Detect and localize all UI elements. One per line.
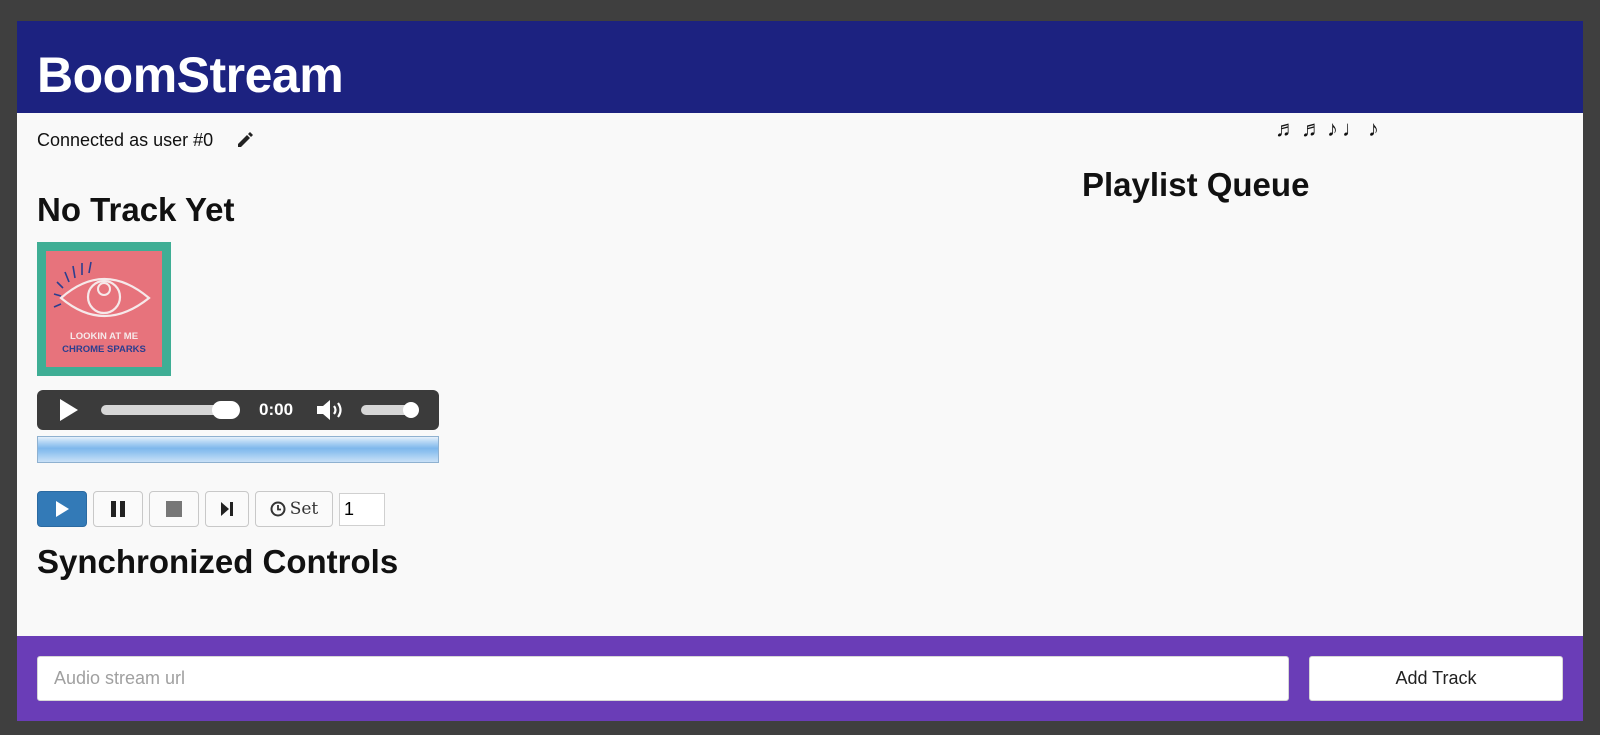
cover-text-line1: LOOKIN AT ME xyxy=(70,331,138,342)
pause-button[interactable] xyxy=(93,491,143,527)
volume-icon[interactable] xyxy=(315,398,347,422)
app-header: BoomStream xyxy=(17,21,1583,113)
set-time-button[interactable]: Set xyxy=(255,491,333,527)
skip-next-icon xyxy=(221,502,233,516)
current-time: 0:00 xyxy=(259,400,294,419)
synchronized-controls-heading: Synchronized Controls xyxy=(37,543,399,580)
player-play-icon[interactable] xyxy=(55,397,81,423)
set-time-label: Set xyxy=(289,499,319,519)
connection-text: Connected as user #0 xyxy=(37,129,214,150)
app-title: BoomStream xyxy=(37,47,344,103)
cover-text-line2: CHROME SPARKS xyxy=(62,344,146,355)
audio-url-input[interactable] xyxy=(37,656,1289,701)
stop-button[interactable] xyxy=(149,491,199,527)
seek-slider-handle[interactable] xyxy=(212,401,240,419)
stream-progress-bar xyxy=(37,436,439,463)
playlist-queue-heading: Playlist Queue xyxy=(1082,166,1310,203)
clock-icon xyxy=(270,501,286,517)
audio-player: 0:00 xyxy=(37,390,439,430)
volume-slider-handle[interactable] xyxy=(403,402,419,418)
stop-icon xyxy=(166,501,182,517)
playback-controls: Set xyxy=(37,491,385,527)
track-title: No Track Yet xyxy=(37,191,235,228)
time-value-input[interactable] xyxy=(339,492,385,526)
pause-icon xyxy=(111,501,125,517)
edit-username-button[interactable] xyxy=(235,130,255,150)
add-track-bar: Add Track xyxy=(17,636,1583,721)
album-cover: LOOKIN AT ME CHROME SPARKS xyxy=(37,242,171,376)
connection-status: Connected as user #0 xyxy=(37,128,255,152)
add-track-button[interactable]: Add Track xyxy=(1309,656,1563,701)
skip-button[interactable] xyxy=(205,491,249,527)
app-window: BoomStream Connected as user #0 ♬♬♪♩♪ Pl… xyxy=(17,21,1583,721)
play-button[interactable] xyxy=(37,491,87,527)
play-icon xyxy=(56,501,69,517)
pencil-icon xyxy=(238,132,254,147)
music-notes-decoration: ♬♬♪♩♪ xyxy=(1275,116,1383,141)
